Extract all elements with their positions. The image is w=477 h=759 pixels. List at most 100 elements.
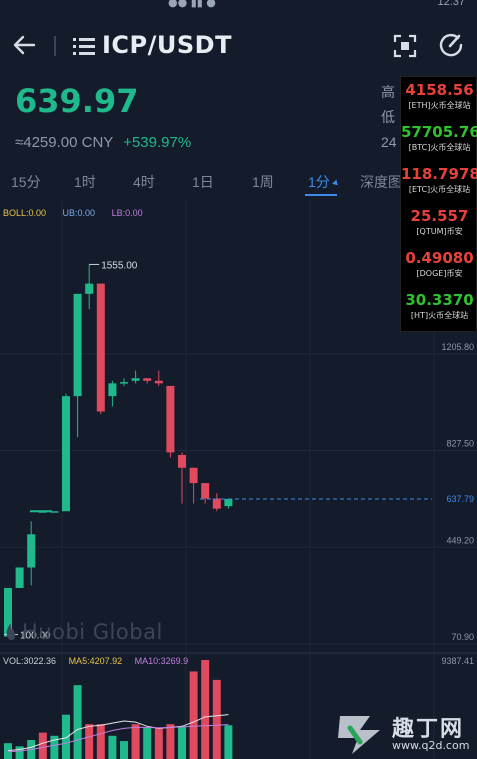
volume-bar xyxy=(120,741,128,759)
volume-bar xyxy=(38,732,47,759)
candle-body xyxy=(85,283,94,294)
low-label: 低 xyxy=(381,109,395,125)
tab-depth[interactable]: 深度图 xyxy=(360,172,402,192)
change-percent: +539.97% xyxy=(123,134,192,151)
ticker-price: 0.49080 xyxy=(405,249,474,267)
candle-body xyxy=(62,396,70,512)
status-time: 12:37 xyxy=(437,0,465,8)
volume-indicator-row: VOL:3022.36 MA5:4207.92 MA10:3269.9 xyxy=(3,656,198,666)
tab-4h[interactable]: 4时 xyxy=(133,172,155,192)
price-block: 639.97 xyxy=(15,82,138,120)
candle-body xyxy=(96,283,105,412)
watermark-text: Huobi Global xyxy=(22,620,163,644)
volume-bar xyxy=(166,724,175,759)
high-label: 高 xyxy=(381,84,395,100)
candle-body xyxy=(154,380,163,384)
candle-body xyxy=(178,454,186,468)
cny-price: ≈4259.00 CNY xyxy=(15,134,114,151)
ticker-label: [BTC]火币全球站 xyxy=(408,143,471,152)
tab-1h[interactable]: 1时 xyxy=(74,172,96,192)
tab-active-indicator xyxy=(305,194,337,196)
tab-15m[interactable]: 15分 xyxy=(11,172,41,192)
ticker-price: 25.557 xyxy=(410,207,469,225)
candle-body xyxy=(108,383,117,397)
ticker-etc[interactable]: 118.7978 [ETC]火币全球站 xyxy=(401,165,477,195)
flame-logo-icon xyxy=(6,623,16,641)
candle-body xyxy=(143,378,152,381)
price-subrow: ≈4259.00 CNY +539.97% xyxy=(15,134,191,151)
vol24-label: 24 xyxy=(381,134,397,150)
high-marker-label: 1555.00 xyxy=(101,260,138,271)
volume-bar xyxy=(212,679,221,759)
ticker-btc[interactable]: 57705.76 [BTC]火币全球站 xyxy=(401,123,477,153)
volume-bar xyxy=(96,724,105,759)
tab-1d[interactable]: 1日 xyxy=(192,172,214,192)
current-price-label: 637.79 xyxy=(446,494,474,504)
watermark: Huobi Global xyxy=(4,620,163,644)
y-axis-label: 449.20 xyxy=(446,535,474,545)
volume-bar xyxy=(108,735,117,759)
volume-bar xyxy=(201,660,210,759)
tab-1m-label: 1分 xyxy=(308,174,330,190)
ticker-label: [ETH]火币全球站 xyxy=(408,101,471,110)
status-bar: ●● ▮▮ ● 12:37 xyxy=(0,0,477,14)
candle-body xyxy=(212,498,221,509)
volume-bar xyxy=(189,671,198,759)
ticker-qtum[interactable]: 25.557 [QTUM]币安 xyxy=(401,207,477,237)
arrow-left-icon[interactable] xyxy=(10,32,38,58)
focus-frame-icon[interactable] xyxy=(393,34,417,58)
ticker-price: 57705.76 xyxy=(401,123,477,141)
candle-body xyxy=(189,467,198,484)
candle-body xyxy=(15,567,24,588)
ticker-price: 4158.56 xyxy=(405,81,474,99)
boll-value: BOLL:0.00 xyxy=(3,208,47,218)
ticker-label: [ETC]火币全球站 xyxy=(408,185,471,194)
volume-bar xyxy=(62,714,70,759)
volume-bar xyxy=(178,726,186,759)
tab-1m[interactable]: 1分 xyxy=(308,172,340,192)
caret-icon xyxy=(331,179,340,188)
y-axis-label: 1205.80 xyxy=(441,342,474,352)
ticker-label: [DOGE]币安 xyxy=(416,269,463,278)
last-price: 639.97 xyxy=(15,82,139,120)
ma10-value: MA10:3269.9 xyxy=(134,656,189,666)
speed-gauge-icon[interactable] xyxy=(438,32,464,58)
volume-bar xyxy=(73,685,82,759)
lb-value: LB:0.00 xyxy=(111,208,143,218)
ticker-ht[interactable]: 30.3370 [HT]火币全球站 xyxy=(401,291,477,321)
header: ICP/USDT xyxy=(0,14,477,76)
pair-title[interactable]: ICP/USDT xyxy=(102,31,232,59)
volume-bar xyxy=(143,727,152,759)
candle-body xyxy=(131,378,140,381)
ticker-overlay[interactable]: 4158.56 [ETH]火币全球站 57705.76 [BTC]火币全球站 1… xyxy=(400,76,477,332)
timeframe-tabs: 15分 1时 4时 1日 1周 1分 深度图 xyxy=(0,168,402,196)
status-icons: ●● ▮▮ ● xyxy=(168,0,216,9)
ub-value: UB:0.00 xyxy=(62,208,96,218)
ticker-doge[interactable]: 0.49080 [DOGE]币安 xyxy=(401,249,477,279)
header-divider xyxy=(54,36,56,56)
ticker-price: 118.7978 xyxy=(401,165,477,183)
ticker-eth[interactable]: 4158.56 [ETH]火币全球站 xyxy=(401,81,477,111)
site-url: www.q2d.com xyxy=(392,739,470,752)
candle-body xyxy=(201,483,210,499)
volume-bar xyxy=(131,724,140,759)
volume-axis-max: 9387.41 xyxy=(441,656,474,666)
ticker-price: 30.3370 xyxy=(405,291,474,309)
list-menu-icon[interactable] xyxy=(72,36,96,56)
ticker-label: [QTUM]币安 xyxy=(416,227,463,236)
vol-value: VOL:3022.36 xyxy=(3,656,57,666)
candle-body xyxy=(224,498,233,507)
y-axis-label: 70.90 xyxy=(451,632,474,642)
volume-bar xyxy=(224,725,233,759)
tab-1w[interactable]: 1周 xyxy=(252,172,274,192)
candle-body xyxy=(27,534,36,568)
boll-indicator-row: BOLL:0.00 UB:0.00 LB:0.00 xyxy=(3,208,157,218)
volume-bar xyxy=(154,728,163,759)
ma5-value: MA5:4207.92 xyxy=(68,656,123,666)
y-axis-label: 827.50 xyxy=(446,439,474,449)
candle-body xyxy=(166,385,175,453)
candle-body xyxy=(120,382,128,384)
ticker-label: [HT]火币全球站 xyxy=(410,311,469,320)
volume-bar xyxy=(85,724,94,759)
candle-body xyxy=(73,293,82,397)
